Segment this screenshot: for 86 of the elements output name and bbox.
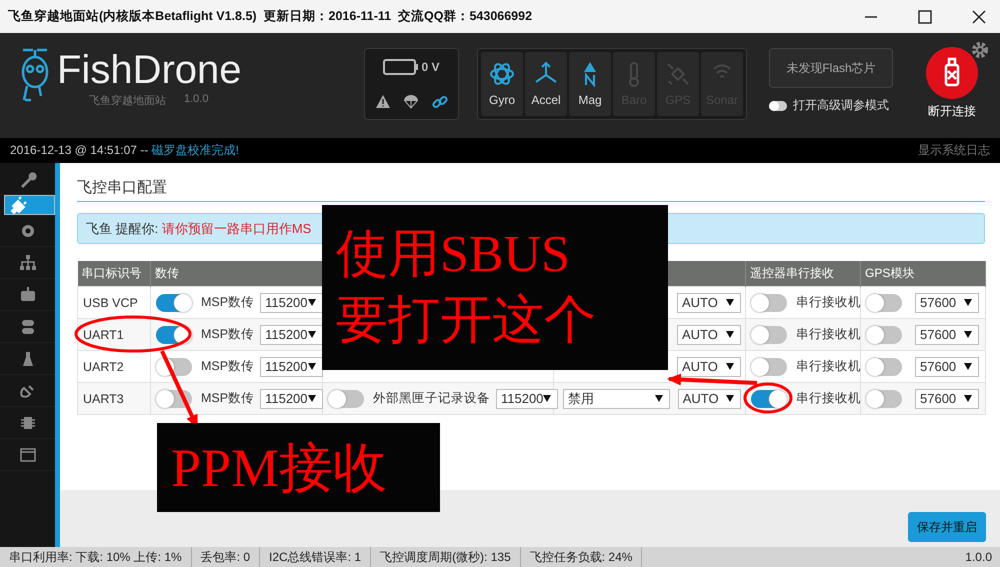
warning-icon [376, 95, 390, 108]
network-icon [18, 254, 36, 272]
annotation-callout: PPM接收 [157, 423, 440, 512]
column-header: 数传 [150, 261, 322, 286]
msp-label: MSP数传 [201, 326, 254, 343]
serial-rx-toggle[interactable] [751, 326, 787, 344]
expert-mode-toggle[interactable] [769, 100, 787, 110]
column-header: GPS模块 [860, 261, 986, 286]
serial-rx-label: 串行接收机 [796, 294, 861, 311]
baud-select[interactable]: AUTO [677, 324, 741, 344]
baud-select[interactable]: AUTO [678, 388, 741, 408]
caret-icon [654, 395, 663, 402]
brand-name: FishDrone [57, 46, 242, 92]
msp-label: MSP数传 [201, 390, 254, 407]
caret-icon [964, 331, 972, 338]
gps-toggle[interactable] [866, 358, 902, 376]
serial-rx-toggle[interactable] [751, 390, 787, 408]
status-item: 串口利用率: 下载: 10% 上传: 1% [0, 547, 192, 567]
baud-select[interactable]: 115200 [260, 356, 323, 376]
window-title: 飞鱼穿越地面站(内核版本Betaflight V1.8.5) 更新日期：2016-11-11 交流QQ群：543066992 [8, 8, 532, 25]
baud-select[interactable]: AUTO [677, 292, 741, 312]
msp-toggle[interactable] [156, 294, 192, 312]
app-version: 1.0.0 [184, 92, 208, 106]
annotation-callout: 使用SBUS 要打开这个 [322, 205, 668, 370]
port-cell: UART3 [78, 382, 150, 414]
baud-select[interactable]: 57600 [915, 324, 979, 344]
expert-mode-label: 打开高级调参模式 [793, 97, 889, 114]
baud-select[interactable]: 115200 [260, 324, 323, 344]
flash-chip-button[interactable]: 未发现Flash芯片 [769, 48, 893, 88]
caret-icon [964, 363, 972, 370]
log-message: 2016-12-13 @ 14:51:07 -- 磁罗盘校准完成! [10, 142, 239, 159]
blackbox-toggle[interactable] [328, 390, 364, 408]
parachute-icon [404, 94, 418, 108]
sensor-indicator: Mag [569, 52, 611, 116]
status-item: 飞控调度周期(微秒): 135 [371, 547, 521, 567]
plug-icon [9, 196, 27, 214]
column-header: 遥控器串行接收 [746, 261, 860, 286]
wrench-icon [18, 170, 36, 188]
save-reboot-button[interactable]: 保存并重启 [908, 512, 986, 542]
caret-icon [726, 363, 734, 370]
close-icon[interactable] [972, 10, 986, 24]
sidebar-item[interactable] [4, 195, 55, 215]
caret-icon [308, 395, 316, 402]
caret-icon [726, 299, 734, 306]
window-icon [18, 446, 36, 464]
baud-select[interactable]: 115200 [496, 388, 558, 408]
maximize-icon[interactable] [918, 10, 932, 24]
ellipse-annotation [744, 382, 792, 414]
baud-select[interactable]: 115200 [260, 292, 323, 312]
caret-icon [964, 299, 972, 306]
battery-icon [383, 58, 420, 74]
gps-toggle[interactable] [866, 390, 902, 408]
battery-voltage: 0 V [421, 60, 440, 74]
caret-icon [964, 395, 972, 402]
serial-rx-label: 串行接收机 [796, 326, 861, 343]
robot-icon [18, 286, 36, 304]
notice-text: 飞鱼 提醒你: 请你预留一路串口用作MS [86, 220, 312, 238]
blackbox-label: 外部黑匣子记录设备 [373, 390, 490, 407]
baud-select[interactable]: 57600 [915, 356, 979, 376]
msp-label: MSP数传 [201, 358, 254, 375]
link-icon [432, 94, 448, 110]
baud-select[interactable]: 57600 [915, 292, 979, 312]
baud-select[interactable]: 57600 [915, 388, 979, 408]
caret-icon [726, 331, 734, 338]
serial-rx-label: 串行接收机 [796, 390, 861, 407]
sensor-indicator: Gyro [481, 52, 523, 116]
status-item: 丢包率: 0 [192, 547, 260, 567]
serial-rx-toggle[interactable] [751, 358, 787, 376]
baud-select[interactable]: AUTO [677, 356, 741, 376]
serial-rx-label: 串行接收机 [796, 358, 861, 375]
status-item: 飞控任务负载: 24% [520, 547, 642, 567]
status-item: I2C总线错误率: 1 [260, 547, 372, 567]
serial-rx-toggle[interactable] [751, 294, 787, 312]
show-log-link[interactable]: 显示系统日志 [918, 142, 990, 159]
msp-label: MSP数传 [201, 294, 254, 311]
settings-icon[interactable] [971, 41, 989, 59]
caret-icon [726, 395, 734, 402]
telemetry-select[interactable]: 禁用 [563, 388, 670, 408]
app-version: 1.0.0 [965, 550, 993, 564]
baud-select[interactable]: 115200 [260, 388, 323, 408]
app-subtitle: 飞鱼穿越地面站 [89, 94, 166, 108]
gps-toggle[interactable] [866, 326, 902, 344]
gps-toggle[interactable] [866, 294, 902, 312]
sensor-indicator: Accel [525, 52, 567, 116]
column-header: 串口标识号 [78, 261, 150, 286]
page-title: 飞控串口配置 [77, 178, 168, 198]
